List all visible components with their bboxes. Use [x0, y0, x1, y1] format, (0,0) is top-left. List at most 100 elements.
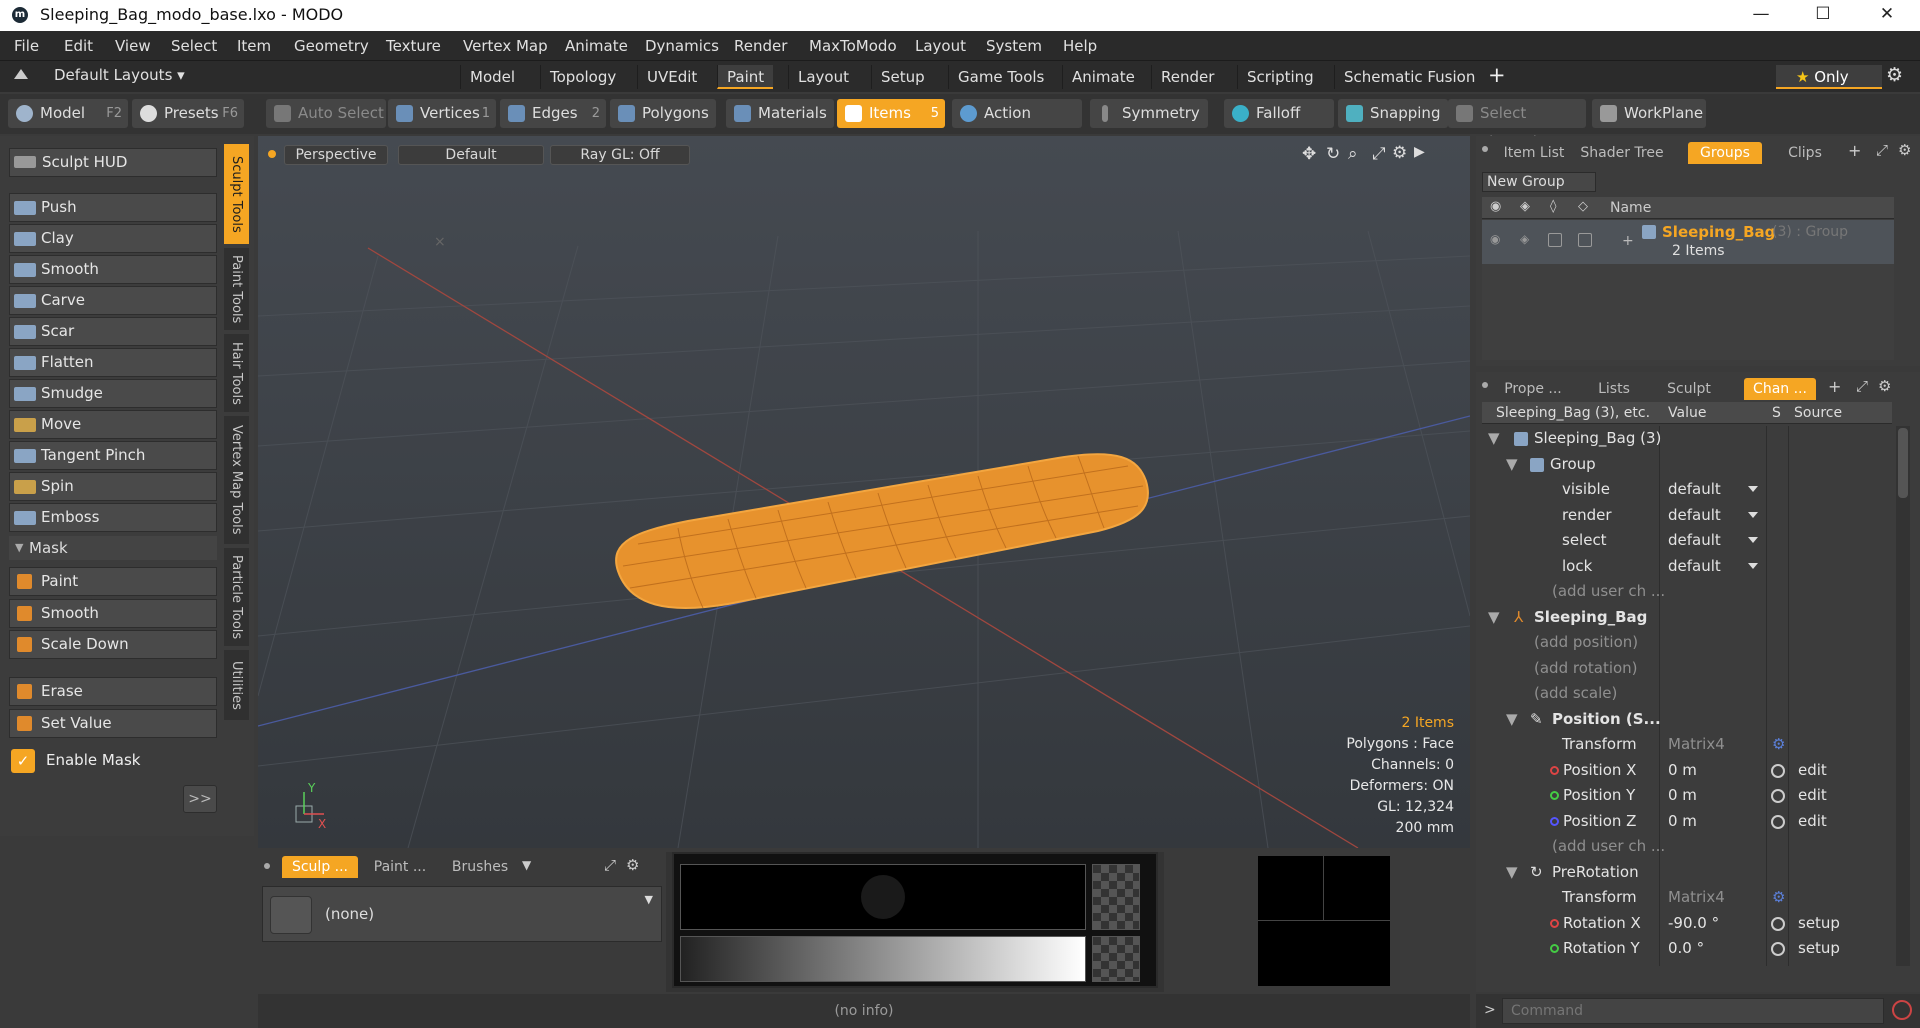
panel-gear-icon[interactable]: ⚙: [1898, 141, 1911, 159]
channel-value[interactable]: 0 m: [1668, 812, 1697, 830]
dropdown-arrow-icon[interactable]: [1748, 486, 1758, 492]
tab-clips[interactable]: Clips: [1774, 142, 1836, 164]
channel-row[interactable]: Transform Matrix4 ⚙: [1482, 885, 1892, 911]
tab-channels[interactable]: Chan ...: [1744, 378, 1816, 400]
enable-mask-checkbox[interactable]: ✓ Enable Mask: [9, 746, 217, 775]
lock-icon[interactable]: ◊: [1550, 199, 1556, 214]
gear-icon[interactable]: ⚙: [1886, 64, 1903, 86]
eye-icon[interactable]: ◉: [1490, 199, 1501, 214]
panel-options-icon[interactable]: [1482, 146, 1488, 152]
select-icon[interactable]: ◇: [1578, 199, 1588, 214]
tool-emboss[interactable]: Emboss: [9, 503, 217, 532]
tab-layout[interactable]: Layout: [788, 65, 858, 89]
mask-paint[interactable]: Paint: [9, 567, 217, 596]
add-tab-icon[interactable]: +: [1828, 377, 1841, 396]
channel-row[interactable]: ▼ Sleeping_Bag (3): [1482, 426, 1892, 452]
3d-viewport[interactable]: X Y ×: [258, 136, 1470, 848]
menu-maxtomodo[interactable]: MaxToModo: [809, 37, 897, 55]
mask-erase[interactable]: Erase: [9, 677, 217, 706]
command-input[interactable]: [1502, 998, 1884, 1024]
tool-scar[interactable]: Scar: [9, 317, 217, 346]
panel-gear-icon[interactable]: ⚙: [1878, 377, 1891, 395]
record-icon[interactable]: [1892, 1000, 1912, 1020]
channel-row[interactable]: ▼ Group: [1482, 452, 1892, 478]
viewport-options-icon[interactable]: [268, 150, 276, 158]
render-toggle-icon[interactable]: ◈: [1520, 232, 1529, 246]
tab-properties[interactable]: Prope ...: [1496, 378, 1570, 400]
layouts-dropdown[interactable]: Default Layouts ▾: [54, 66, 185, 84]
render-icon[interactable]: ◈: [1520, 199, 1530, 214]
close-icon[interactable]: ✕: [1864, 0, 1910, 31]
tab-shader-tree[interactable]: Shader Tree: [1576, 142, 1668, 164]
chevron-down-icon[interactable]: ▼: [645, 893, 653, 906]
materials-button[interactable]: Materials: [726, 99, 834, 128]
channel-row[interactable]: ▼ ↻ PreRotation: [1482, 860, 1892, 886]
channel-row[interactable]: (add position): [1482, 630, 1892, 656]
channel-value[interactable]: default: [1668, 531, 1721, 549]
tool-clay[interactable]: Clay: [9, 224, 217, 253]
menu-vertex-map[interactable]: Vertex Map: [463, 37, 548, 55]
state-icon[interactable]: [1771, 942, 1785, 956]
menu-edit[interactable]: Edit: [64, 37, 93, 55]
maximize-viewport-icon[interactable]: ⤢: [1372, 144, 1386, 164]
tab-lists[interactable]: Lists: [1582, 378, 1646, 400]
vtab-hair-tools[interactable]: Hair Tools: [224, 334, 249, 412]
channel-value[interactable]: 0 m: [1668, 786, 1697, 804]
vtab-particle-tools[interactable]: Particle Tools: [224, 548, 249, 646]
vtab-utilities[interactable]: Utilities: [224, 650, 249, 720]
dropdown-arrow-icon[interactable]: [1748, 511, 1758, 518]
menu-item[interactable]: Item: [237, 37, 271, 55]
panel-gear-icon[interactable]: ⚙: [626, 856, 639, 874]
state-icon[interactable]: [1771, 916, 1785, 931]
menu-layout[interactable]: Layout: [915, 37, 966, 55]
channel-row[interactable]: Position Z 0 m edit: [1482, 809, 1892, 835]
channel-row[interactable]: (add rotation): [1482, 656, 1892, 682]
channels-scrollbar[interactable]: [1896, 426, 1910, 966]
channel-value[interactable]: default: [1668, 557, 1721, 575]
channel-row[interactable]: render default: [1482, 503, 1892, 529]
channel-row[interactable]: select default: [1482, 528, 1892, 554]
link-gear-icon[interactable]: ⚙: [1772, 735, 1785, 753]
menu-view[interactable]: View: [115, 37, 151, 55]
panel-options-icon[interactable]: [264, 863, 270, 869]
snapping-button[interactable]: Snapping: [1338, 99, 1448, 128]
workplane-button[interactable]: WorkPlane: [1592, 99, 1706, 128]
items-button[interactable]: Items 5: [837, 99, 945, 128]
play-arrow-icon[interactable]: ▶: [1414, 144, 1425, 160]
dropdown-arrow-icon[interactable]: [1748, 562, 1758, 569]
collapse-icon[interactable]: [14, 69, 28, 79]
channel-value[interactable]: -90.0 °: [1668, 914, 1719, 932]
falloff-button[interactable]: Falloff: [1224, 99, 1334, 128]
state-icon[interactable]: [1771, 814, 1785, 829]
expand-panel-icon[interactable]: ⤢: [1876, 141, 1888, 159]
tab-item-list[interactable]: Item List: [1494, 142, 1574, 164]
channel-value[interactable]: default: [1668, 480, 1721, 498]
scrollbar-thumb[interactable]: [1898, 428, 1908, 498]
channel-value[interactable]: default: [1668, 506, 1721, 524]
select-checkbox[interactable]: [1578, 233, 1592, 247]
tab-paint[interactable]: Paint: [717, 65, 774, 89]
panel-options-icon[interactable]: [1482, 382, 1488, 388]
tool-carve[interactable]: Carve: [9, 286, 217, 315]
tool-move[interactable]: Move: [9, 410, 217, 439]
pan-icon[interactable]: ✥: [1302, 144, 1316, 164]
expand-plus-icon[interactable]: +: [1622, 233, 1634, 249]
channel-row[interactable]: Rotation X -90.0 ° setup: [1482, 911, 1892, 937]
channel-row[interactable]: Position X 0 m edit: [1482, 758, 1892, 784]
channel-row[interactable]: lock default: [1482, 554, 1892, 580]
only-toggle[interactable]: ★ Only: [1776, 65, 1882, 89]
chevron-down-icon[interactable]: ▼: [522, 858, 531, 872]
select-through-button[interactable]: Select Through: [1448, 99, 1586, 151]
channel-value[interactable]: 0 m: [1668, 761, 1697, 779]
tool-spin[interactable]: Spin: [9, 472, 217, 501]
menu-help[interactable]: Help: [1063, 37, 1097, 55]
tab-schematic-fusion[interactable]: Schematic Fusion: [1334, 65, 1484, 89]
presets-button[interactable]: Presets F6: [132, 99, 244, 128]
menu-texture[interactable]: Texture: [386, 37, 441, 55]
mask-section-header[interactable]: ▼ Mask: [9, 536, 217, 560]
edges-button[interactable]: Edges 2: [500, 99, 606, 128]
expand-panel-icon[interactable]: ⤢: [1856, 377, 1868, 395]
color-swatch-grid[interactable]: [1258, 856, 1390, 986]
tool-smudge[interactable]: Smudge: [9, 379, 217, 408]
vtab-paint-tools[interactable]: Paint Tools: [224, 248, 249, 330]
